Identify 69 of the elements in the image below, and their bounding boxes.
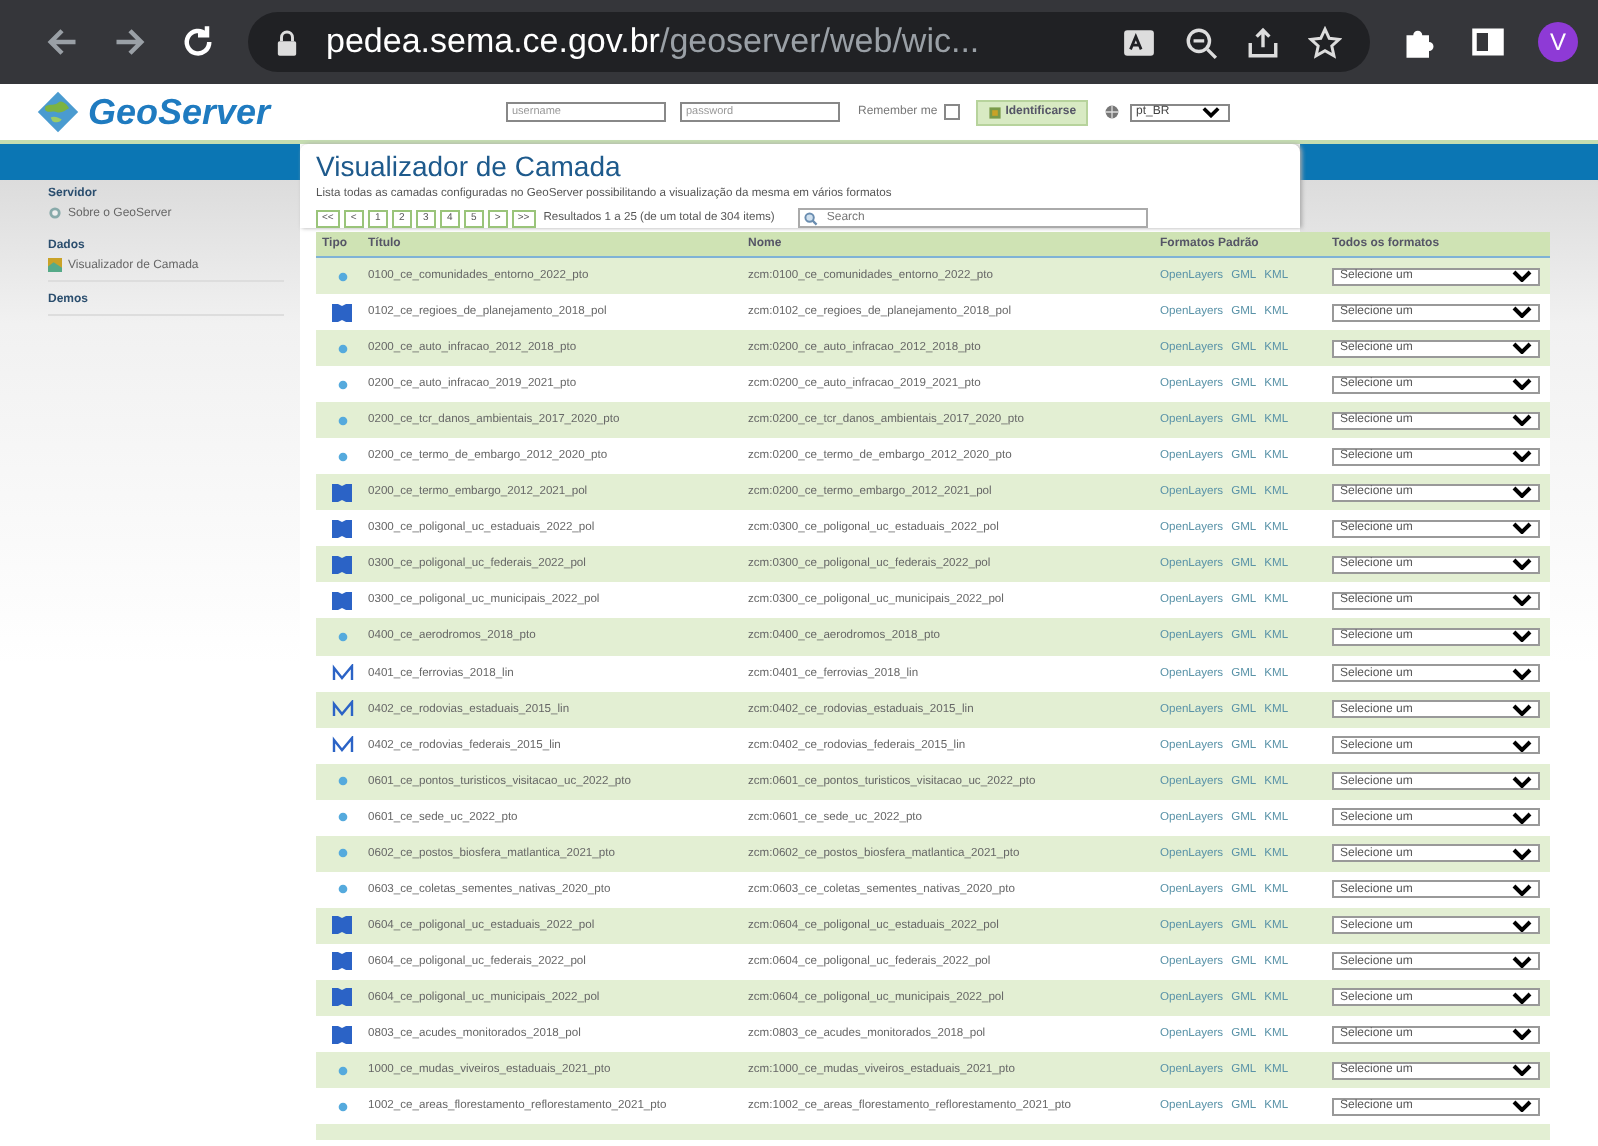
chevron-down-icon [1512,342,1532,355]
chevron-down-icon [1512,739,1532,752]
reload-icon[interactable] [180,24,216,60]
point-icon [337,776,347,787]
chevron-down-icon [1202,106,1221,118]
language-globe-icon [1104,104,1121,120]
chevron-down-icon [1512,270,1532,283]
point-icon [337,812,347,823]
chevron-down-icon [1512,991,1532,1004]
chevron-down-icon [1512,486,1532,499]
chevron-down-icon [1512,1028,1532,1040]
info-icon [48,206,62,220]
point-icon [337,1101,347,1112]
search-icon [804,211,819,225]
share-icon[interactable] [1246,25,1280,59]
star-icon[interactable] [1308,25,1342,59]
chevron-down-icon [1512,306,1532,319]
chevron-down-icon [1512,1100,1532,1113]
point-icon [337,415,347,426]
chevron-down-icon [1512,594,1532,607]
polygon-icon [332,916,352,935]
chevron-down-icon [1512,378,1532,391]
zoom-icon[interactable] [1184,25,1218,59]
point-icon [337,451,347,462]
polygon-icon [332,988,352,1007]
back-icon[interactable] [44,24,80,60]
polygon-icon [332,952,352,971]
chevron-down-icon [1512,414,1532,427]
polygon-icon [332,483,352,502]
chevron-down-icon [1512,630,1532,643]
address-bar[interactable]: pedea.sema.ce.gov.br/geoserver/web/wic... [248,12,1370,72]
forward-icon[interactable] [112,24,148,60]
chevron-down-icon [1512,919,1532,932]
lock-icon [276,29,298,55]
chevron-down-icon [1512,955,1532,968]
logo-text: GeoServer [88,91,271,133]
point-icon [337,379,347,390]
chevron-down-icon [1512,883,1532,896]
map-icon [48,258,62,272]
line-icon [331,736,353,755]
chevron-down-icon [1512,703,1532,716]
chevron-down-icon [1512,847,1532,860]
polygon-icon [332,555,352,574]
point-icon [337,631,347,642]
globe-logo-icon [32,90,84,134]
chevron-down-icon [1512,667,1532,680]
profile-avatar[interactable]: V [1538,22,1578,62]
window-icon[interactable] [1470,24,1506,60]
translate-icon[interactable] [1122,25,1156,59]
chevron-down-icon [1512,450,1532,463]
chevron-down-icon [1512,775,1532,788]
chevron-down-icon [1512,522,1532,535]
polygon-icon [332,303,352,322]
remember-checkbox[interactable] [943,104,960,120]
line-icon [331,664,353,683]
point-icon [337,271,347,282]
polygon-icon [332,1025,352,1043]
polygon-icon [332,519,352,538]
url-text: pedea.sema.ce.gov.br/geoserver/web/wic... [326,22,982,62]
chevron-down-icon [1512,811,1532,824]
line-icon [331,700,353,719]
point-icon [337,343,347,354]
point-icon [337,848,347,859]
chevron-down-icon [1512,558,1532,571]
point-icon [337,1065,347,1076]
chevron-down-icon [1512,1064,1532,1077]
page-title: Visualizador de Camada [316,150,623,182]
polygon-icon [332,591,352,610]
point-icon [337,884,347,895]
